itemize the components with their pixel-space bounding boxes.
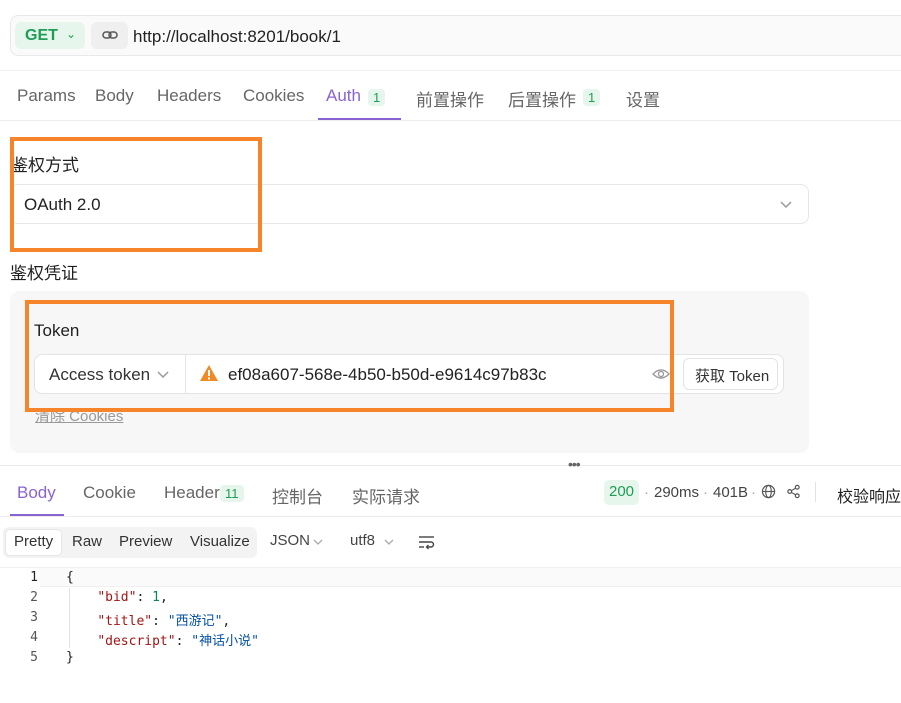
view-pretty-button[interactable]: Pretty <box>14 533 53 550</box>
divider <box>0 516 901 517</box>
format-select[interactable]: JSON <box>270 532 310 549</box>
highlight-box <box>10 137 262 252</box>
chevron-down-icon <box>312 535 324 553</box>
highlight-box <box>25 300 674 412</box>
chevron-down-icon <box>778 196 794 217</box>
json-key: "title" <box>97 614 153 629</box>
tab-auth-badge: 1 <box>368 89 386 106</box>
divider <box>0 465 901 466</box>
divider <box>0 70 901 71</box>
tab-auth[interactable]: Auth <box>326 86 361 106</box>
response-size: 401B <box>713 484 749 501</box>
resize-handle[interactable]: ••• <box>568 456 581 472</box>
status-code: 200 <box>609 483 635 500</box>
globe-icon[interactable] <box>761 484 776 504</box>
divider <box>815 482 816 502</box>
view-visualize-button[interactable]: Visualize <box>190 533 250 550</box>
response-tab-cookie[interactable]: Cookie <box>83 483 136 503</box>
tab-post-request-badge: 1 <box>583 89 601 106</box>
code-line: "bid": 1, <box>97 590 168 605</box>
get-token-label: 获取 Token <box>695 368 770 385</box>
divider <box>0 120 901 121</box>
code-line: { <box>66 570 74 585</box>
code-line: "title": "西游记", <box>97 614 231 629</box>
encoding-select[interactable]: utf8 <box>350 532 375 549</box>
tab-post-request[interactable]: 后置操作 <box>508 86 576 111</box>
tab-settings[interactable]: 设置 <box>626 86 660 111</box>
tab-params[interactable]: Params <box>17 86 76 106</box>
wrap-lines-icon[interactable] <box>418 534 436 555</box>
json-value: "西游记" <box>167 614 223 629</box>
separator-dot: · <box>751 484 756 501</box>
code-line: "descript": "神话小说" <box>97 634 259 649</box>
auth-credentials-label: 鉴权凭证 <box>10 264 78 283</box>
json-key: "descript" <box>97 634 176 649</box>
validate-response-button[interactable]: 校验响应 <box>837 483 901 507</box>
tab-cookies[interactable]: Cookies <box>243 86 304 106</box>
link-icon <box>101 26 119 49</box>
current-line-highlight <box>40 568 901 587</box>
separator-dot: · <box>644 484 649 501</box>
response-tab-console[interactable]: 控制台 <box>272 483 323 508</box>
line-number: 3 <box>30 610 38 625</box>
line-number: 2 <box>30 590 38 605</box>
response-header-badge: 11 <box>220 485 244 502</box>
response-tab-header[interactable]: Header <box>164 483 220 503</box>
chevron-down-icon <box>383 535 395 553</box>
separator-dot: · <box>703 484 708 501</box>
response-tab-body[interactable]: Body <box>17 483 56 503</box>
response-tab-actual-request[interactable]: 实际请求 <box>352 483 420 508</box>
json-value: "神话小说" <box>191 634 259 649</box>
share-icon[interactable] <box>786 484 801 504</box>
chevron-down-icon: ⌄ <box>66 27 77 41</box>
json-value: 1 <box>152 590 160 605</box>
line-number: 4 <box>30 630 38 645</box>
response-time: 290ms <box>654 484 700 501</box>
tab-body[interactable]: Body <box>95 86 134 106</box>
tab-pre-request[interactable]: 前置操作 <box>416 86 484 111</box>
view-raw-button[interactable]: Raw <box>72 533 102 550</box>
tab-headers[interactable]: Headers <box>157 86 221 106</box>
view-preview-button[interactable]: Preview <box>119 533 172 550</box>
line-number: 1 <box>30 570 38 585</box>
json-key: "bid" <box>97 590 137 605</box>
code-line: } <box>66 650 74 665</box>
method-label: GET <box>25 27 58 44</box>
line-number: 5 <box>30 650 38 665</box>
url-input[interactable]: http://localhost:8201/book/1 <box>133 27 341 47</box>
